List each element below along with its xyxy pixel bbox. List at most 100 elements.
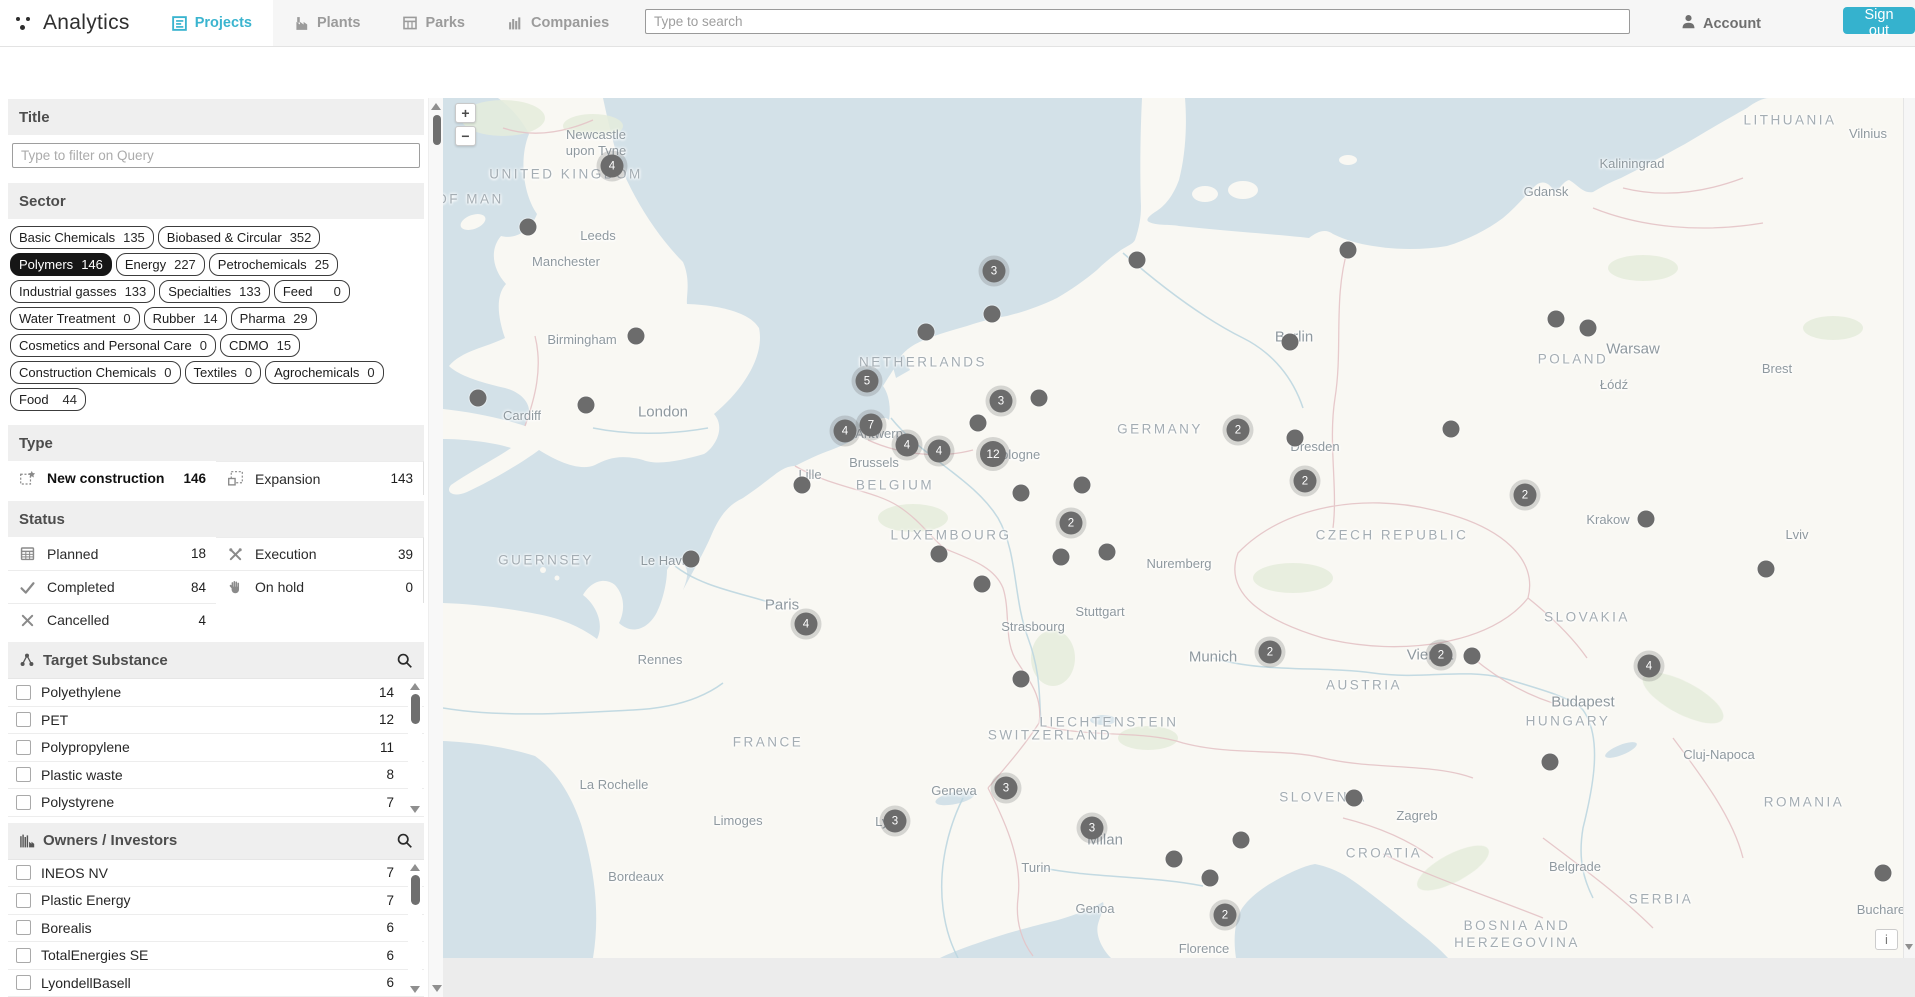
map-marker[interactable] — [1233, 832, 1250, 849]
sector-pill[interactable]: Industrial gasses 133 — [10, 280, 155, 303]
sector-pill[interactable]: Cosmetics and Personal Care 0 — [10, 334, 216, 357]
map-marker[interactable] — [974, 576, 991, 593]
status-option[interactable]: Planned 18 — [8, 537, 216, 570]
map-marker[interactable] — [1638, 511, 1655, 528]
map-info-button[interactable]: i — [1875, 929, 1898, 950]
scroll-down-icon[interactable] — [410, 986, 420, 993]
map-cluster-marker[interactable]: 2 — [1227, 419, 1250, 442]
zoom-out-button[interactable]: − — [455, 126, 476, 146]
map-marker[interactable] — [1166, 851, 1183, 868]
map-canvas[interactable]: Newcastle upon TyneUNITED KINGDOMOF MANL… — [443, 98, 1903, 958]
map-cluster-marker[interactable]: 4 — [928, 440, 951, 463]
sector-pill[interactable]: Construction Chemicals 0 — [10, 361, 181, 384]
search-icon[interactable] — [396, 832, 413, 849]
map-marker[interactable] — [1464, 648, 1481, 665]
map-marker[interactable] — [1013, 485, 1030, 502]
checkbox[interactable] — [16, 948, 31, 963]
map-cluster-marker[interactable]: 12 — [980, 441, 1006, 467]
list-item[interactable]: Polyethylene 14 — [8, 679, 424, 707]
map-cluster-marker[interactable]: 2 — [1514, 484, 1537, 507]
list-item[interactable]: Plastic waste 8 — [8, 762, 424, 790]
list-scrollbar[interactable] — [408, 680, 422, 816]
map-marker[interactable] — [794, 477, 811, 494]
search-icon[interactable] — [396, 652, 413, 669]
map-cluster-marker[interactable]: 4 — [1638, 655, 1661, 678]
map-marker[interactable] — [578, 397, 595, 414]
scroll-down-icon[interactable] — [1905, 944, 1913, 950]
scroll-up-icon[interactable] — [410, 864, 420, 871]
map-cluster-marker[interactable]: 3 — [884, 810, 907, 833]
scroll-thumb[interactable] — [411, 875, 420, 905]
list-item[interactable]: TotalEnergies SE 6 — [8, 942, 424, 970]
map-cluster-marker[interactable]: 5 — [856, 370, 879, 393]
nav-tab[interactable]: Plants — [273, 0, 382, 46]
nav-tab[interactable]: Parks — [381, 0, 486, 46]
type-option[interactable]: New construction 146 — [8, 461, 216, 495]
map-marker[interactable] — [1548, 311, 1565, 328]
scroll-thumb[interactable] — [433, 115, 441, 145]
map-marker[interactable] — [1202, 870, 1219, 887]
status-option[interactable]: Cancelled 4 — [8, 603, 216, 636]
map-cluster-marker[interactable]: 7 — [860, 414, 883, 437]
scroll-up-icon[interactable] — [431, 103, 441, 110]
signout-button[interactable]: Sign out — [1843, 7, 1915, 34]
sector-pill[interactable]: Agrochemicals 0 — [265, 361, 384, 384]
sector-pill[interactable]: Biobased & Circular 352 — [158, 226, 321, 249]
list-item[interactable]: Polypropylene 11 — [8, 734, 424, 762]
search-input[interactable] — [645, 9, 1630, 34]
map-cluster-marker[interactable]: 4 — [795, 613, 818, 636]
sector-pill[interactable]: Water Treatment 0 — [10, 307, 140, 330]
list-item[interactable]: Plastic Energy 7 — [8, 887, 424, 915]
map-marker[interactable] — [970, 415, 987, 432]
status-option[interactable]: Completed 84 — [8, 570, 216, 603]
map-cluster-marker[interactable]: 2 — [1294, 470, 1317, 493]
sector-pill[interactable]: Petrochemicals 25 — [209, 253, 338, 276]
map-marker[interactable] — [1099, 544, 1116, 561]
list-item[interactable]: PET 12 — [8, 707, 424, 735]
map-cluster-marker[interactable]: 3 — [983, 260, 1006, 283]
status-option[interactable]: On hold 0 — [216, 570, 424, 603]
map-marker[interactable] — [1758, 561, 1775, 578]
scroll-up-icon[interactable] — [410, 683, 420, 690]
list-item[interactable]: LyondellBasell 6 — [8, 970, 424, 997]
map-marker[interactable] — [628, 328, 645, 345]
sector-pill[interactable]: Food 44 — [10, 388, 86, 411]
map-marker[interactable] — [984, 306, 1001, 323]
title-filter-input[interactable] — [12, 143, 420, 168]
map-marker[interactable] — [520, 219, 537, 236]
checkbox[interactable] — [16, 685, 31, 700]
map-marker[interactable] — [1875, 865, 1892, 882]
checkbox[interactable] — [16, 767, 31, 782]
map-cluster-marker[interactable]: 2 — [1214, 904, 1237, 927]
checkbox[interactable] — [16, 740, 31, 755]
map-cluster-marker[interactable]: 2 — [1430, 644, 1453, 667]
sector-pill[interactable]: Polymers 146 — [10, 253, 112, 276]
scroll-thumb[interactable] — [411, 694, 420, 724]
checkbox[interactable] — [16, 795, 31, 810]
map-marker[interactable] — [683, 551, 700, 568]
map-marker[interactable] — [1013, 671, 1030, 688]
map-marker[interactable] — [1443, 421, 1460, 438]
sector-pill[interactable]: Rubber 14 — [144, 307, 227, 330]
map-cluster-marker[interactable]: 2 — [1060, 512, 1083, 535]
map-cluster-marker[interactable]: 4 — [834, 420, 857, 443]
map-cluster-marker[interactable]: 3 — [995, 777, 1018, 800]
map-marker[interactable] — [931, 546, 948, 563]
sidebar-scrollbar[interactable] — [428, 98, 443, 997]
sector-pill[interactable]: Textiles 0 — [185, 361, 262, 384]
zoom-in-button[interactable]: + — [455, 103, 476, 123]
map-cluster-marker[interactable]: 3 — [1081, 817, 1104, 840]
nav-tab[interactable]: Companies — [486, 0, 630, 46]
list-item[interactable]: INEOS NV 7 — [8, 860, 424, 888]
map-marker[interactable] — [1346, 790, 1363, 807]
checkbox[interactable] — [16, 920, 31, 935]
map-marker[interactable] — [1074, 477, 1091, 494]
account-button[interactable]: Account — [1680, 13, 1761, 34]
sector-pill[interactable]: Specialties 133 — [159, 280, 270, 303]
sector-pill[interactable]: Feed 0 — [274, 280, 350, 303]
map-cluster-marker[interactable]: 2 — [1259, 641, 1282, 664]
map-cluster-marker[interactable]: 4 — [896, 434, 919, 457]
type-option[interactable]: Expansion 143 — [216, 461, 424, 495]
checkbox[interactable] — [16, 865, 31, 880]
map-marker[interactable] — [1031, 390, 1048, 407]
